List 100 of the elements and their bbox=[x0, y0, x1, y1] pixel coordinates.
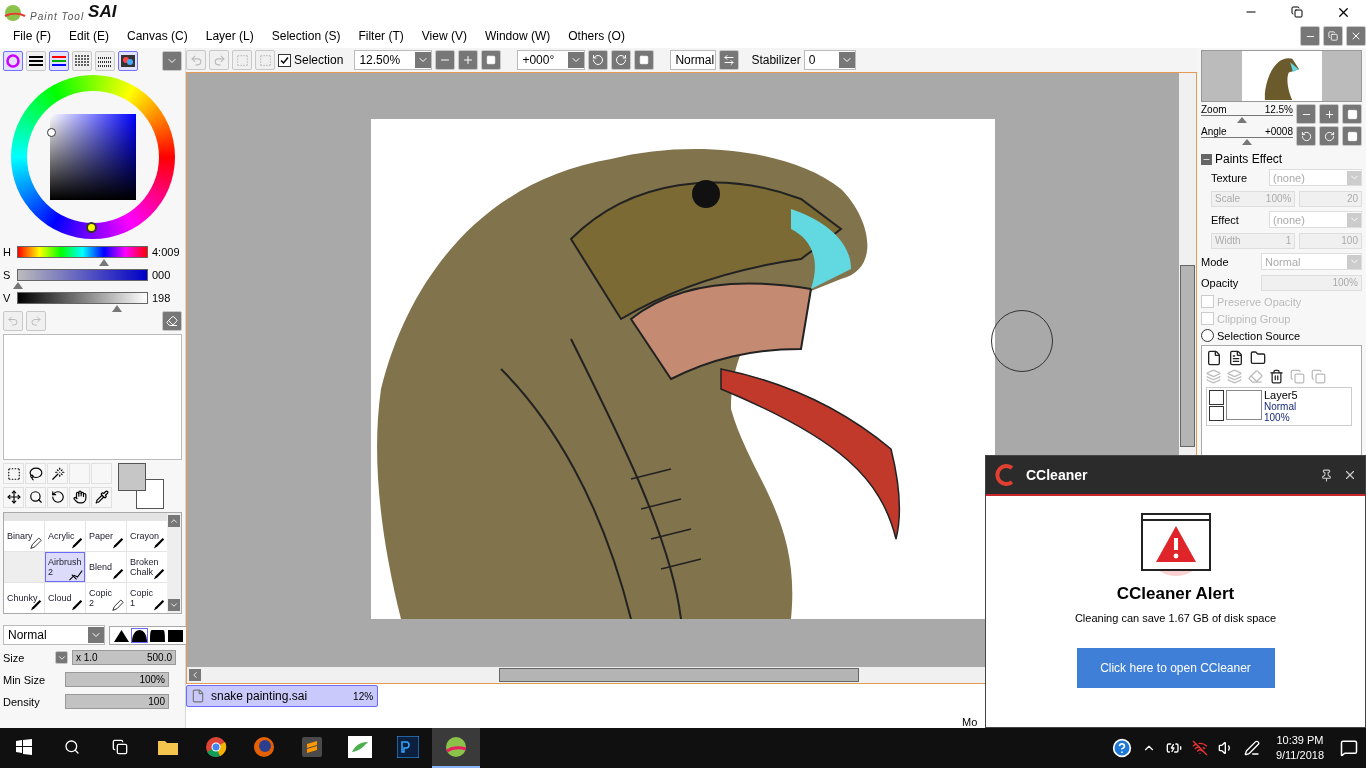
zoom-dropdown[interactable]: 12.50% bbox=[354, 50, 433, 70]
scratchpad-button[interactable] bbox=[162, 311, 182, 331]
zoom-slider[interactable]: Zoom 12.5% bbox=[1201, 104, 1293, 124]
rectangle-select-tool[interactable] bbox=[3, 463, 24, 484]
brush-slot[interactable]: Airbrush 2 bbox=[45, 552, 85, 582]
zoom-out-button[interactable] bbox=[1296, 104, 1316, 124]
close-button[interactable] bbox=[1346, 26, 1366, 46]
brush-slot[interactable]: Copic 2 bbox=[86, 583, 126, 613]
dropdown-button[interactable] bbox=[55, 651, 68, 664]
rotate-left-button[interactable] bbox=[1296, 126, 1316, 146]
minimize-button[interactable] bbox=[1300, 26, 1320, 46]
brush-slot[interactable]: Binary bbox=[4, 521, 44, 551]
trash-icon[interactable] bbox=[1269, 369, 1284, 384]
menu-item[interactable]: Others (O) bbox=[559, 25, 634, 47]
clock[interactable]: 10:39 PM 9/11/2018 bbox=[1269, 733, 1330, 763]
zoom-in-button[interactable] bbox=[458, 50, 479, 70]
rotate-reset-button[interactable] bbox=[634, 50, 655, 70]
brush-slot[interactable]: Chunky bbox=[4, 583, 44, 613]
menu-item[interactable]: Selection (S) bbox=[262, 25, 350, 47]
rotate-tool[interactable] bbox=[47, 486, 68, 508]
notification-icon[interactable] bbox=[1340, 739, 1358, 757]
brush-slot[interactable]: Acrylic bbox=[45, 521, 85, 551]
stabilizer-dropdown[interactable]: 0 bbox=[803, 50, 856, 70]
pin-button[interactable] bbox=[1320, 468, 1333, 482]
brush-slot[interactable]: Copic 1 bbox=[127, 583, 167, 613]
menu-item[interactable]: View (V) bbox=[412, 25, 476, 47]
brush-slot[interactable]: Broken Chalk bbox=[127, 552, 167, 582]
menu-item[interactable]: Canvas (C) bbox=[118, 25, 197, 47]
hue-marker[interactable] bbox=[85, 222, 97, 233]
file-tab[interactable]: snake painting.sai 12% bbox=[186, 685, 379, 707]
color-mode-toggle[interactable] bbox=[95, 51, 115, 71]
magic-wand-tool[interactable] bbox=[47, 463, 68, 484]
menu-item[interactable]: Layer (L) bbox=[196, 25, 263, 47]
lasso-icon bbox=[28, 466, 43, 481]
wifi-icon[interactable] bbox=[1191, 740, 1208, 756]
blend-mode-field[interactable]: Normal bbox=[670, 50, 717, 70]
battery-icon[interactable] bbox=[1165, 740, 1182, 756]
flip-button[interactable] bbox=[719, 50, 740, 70]
scroll-down-button[interactable] bbox=[168, 599, 180, 611]
brush-shape-button[interactable] bbox=[131, 627, 148, 643]
brush-shape-button[interactable] bbox=[149, 627, 166, 643]
brush-slot[interactable]: Blend bbox=[86, 552, 126, 582]
brush-mode-dropdown[interactable]: Normal bbox=[3, 625, 105, 645]
color-picker-marker[interactable] bbox=[46, 128, 56, 137]
dropdown-button[interactable] bbox=[162, 51, 182, 71]
color-swatches[interactable] bbox=[118, 463, 164, 509]
selection-checkbox[interactable]: Selection bbox=[278, 53, 344, 67]
color-mode-toggle[interactable] bbox=[72, 51, 92, 71]
move-tool[interactable] bbox=[3, 486, 24, 508]
visibility-checkbox[interactable] bbox=[1209, 390, 1224, 405]
restore-button[interactable] bbox=[1323, 26, 1343, 46]
pen-icon[interactable] bbox=[1243, 740, 1260, 756]
scroll-up-button[interactable] bbox=[168, 515, 180, 527]
rotate-reset-button[interactable] bbox=[1342, 126, 1362, 146]
zoom-in-button[interactable] bbox=[1319, 104, 1339, 124]
scrollbar-thumb[interactable] bbox=[499, 668, 859, 682]
radio-option[interactable]: Selection Source bbox=[1201, 328, 1362, 343]
color-mode-toggle[interactable] bbox=[3, 51, 23, 71]
slider-thumb[interactable] bbox=[112, 305, 123, 312]
close-button[interactable] bbox=[1343, 468, 1357, 482]
menu-item[interactable]: Edit (E) bbox=[60, 25, 118, 47]
browser-icon bbox=[205, 736, 227, 758]
zoom-tool[interactable] bbox=[25, 486, 46, 508]
layer-item[interactable]: Layer5 Normal 100% bbox=[1206, 387, 1352, 426]
zoom-reset-button[interactable] bbox=[1342, 104, 1362, 124]
menu-item[interactable]: Window (W) bbox=[475, 25, 560, 47]
color-mode-toggle[interactable] bbox=[26, 51, 46, 71]
lasso-tool[interactable] bbox=[25, 463, 46, 484]
rotate-left-button[interactable] bbox=[588, 50, 609, 70]
setting-slider[interactable]: 100 bbox=[65, 694, 169, 709]
color-mode-toggle[interactable] bbox=[49, 51, 69, 71]
help-icon[interactable] bbox=[1111, 738, 1132, 758]
scrollbar-thumb[interactable] bbox=[1180, 265, 1195, 447]
hand-tool[interactable] bbox=[69, 486, 90, 508]
open-app-button[interactable]: Click here to open CCleaner bbox=[1076, 648, 1275, 688]
eyedropper-tool[interactable] bbox=[91, 486, 112, 508]
brush-shape-button[interactable] bbox=[113, 627, 130, 643]
color-mode-toggle[interactable] bbox=[118, 51, 138, 71]
brush-shape-button[interactable] bbox=[167, 627, 184, 643]
layer-thumbnail bbox=[1226, 390, 1262, 420]
section-header[interactable]: Paints Effect bbox=[1201, 152, 1362, 166]
rotate-right-button[interactable] bbox=[611, 50, 632, 70]
size-slider[interactable]: x 1.0 500.0 bbox=[72, 650, 176, 665]
zoom-out-button[interactable] bbox=[435, 50, 456, 70]
angle-slider[interactable]: Angle +0008 bbox=[1201, 126, 1293, 146]
menu-item[interactable]: File (F) bbox=[4, 25, 60, 47]
pencil-icon bbox=[111, 599, 124, 612]
rotate-right-button[interactable] bbox=[1319, 126, 1339, 146]
brush-slot[interactable]: Cloud bbox=[45, 583, 85, 613]
saturation-value-square[interactable] bbox=[49, 114, 136, 200]
lock-checkbox[interactable] bbox=[1209, 406, 1224, 421]
angle-dropdown[interactable]: +000° bbox=[517, 50, 586, 70]
navigator-thumbnail[interactable] bbox=[1201, 50, 1362, 102]
scroll-left-button[interactable] bbox=[189, 669, 201, 681]
setting-slider[interactable]: 100% bbox=[65, 672, 169, 687]
menu-item[interactable]: Filter (T) bbox=[349, 25, 413, 47]
zoom-reset-button[interactable] bbox=[481, 50, 502, 70]
brush-slot[interactable]: Paper bbox=[86, 521, 126, 551]
brush-slot[interactable]: Crayon bbox=[127, 521, 167, 551]
copy-icon bbox=[1290, 369, 1305, 384]
